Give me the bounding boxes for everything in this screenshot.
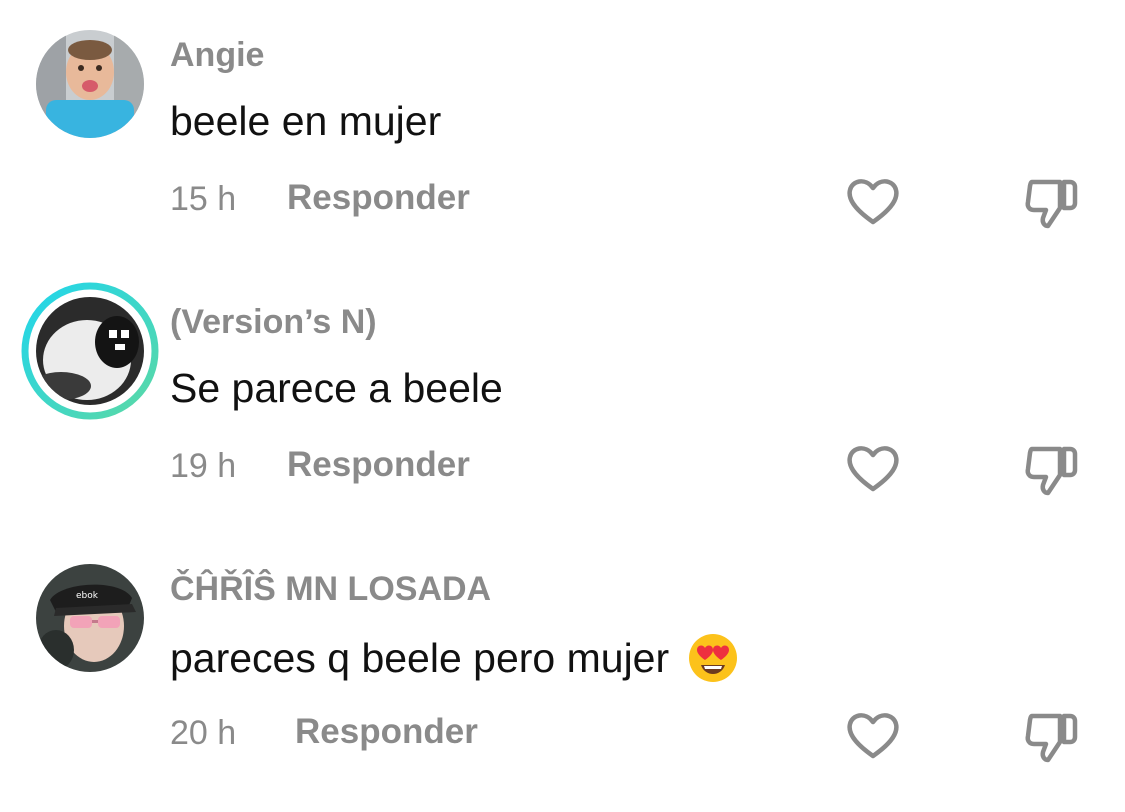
comment-text-content: Se parece a beele xyxy=(170,365,503,411)
comment-item: (Version’s N) Se parece a beele 19 h Res… xyxy=(0,267,1125,533)
comment-username[interactable]: (Version’s N) xyxy=(170,303,377,342)
comment-timestamp: 20 h xyxy=(170,714,237,752)
dislike-button[interactable] xyxy=(1022,441,1080,497)
comment-text-content: beele en mujer xyxy=(170,98,442,144)
avatar[interactable] xyxy=(36,30,144,138)
thumbs-down-icon xyxy=(1025,179,1078,229)
comment-timestamp: 19 h xyxy=(170,447,237,485)
heart-eyes-emoji-icon xyxy=(687,632,739,684)
heart-icon xyxy=(847,179,899,225)
user-avatar-cap-icon: ebok xyxy=(36,564,144,672)
comment-text-content: pareces q beele pero mujer xyxy=(170,634,670,681)
comment-text: beele en mujer xyxy=(170,98,441,145)
comment-username[interactable]: Angie xyxy=(170,36,264,75)
comment-item: Angie beele en mujer 15 h Responder xyxy=(0,0,1125,266)
svg-text:ebok: ebok xyxy=(76,591,99,601)
reply-button[interactable]: Responder xyxy=(287,178,470,218)
dislike-button[interactable] xyxy=(1022,708,1080,764)
comment-text: pareces q beele pero mujer xyxy=(170,632,739,684)
like-button[interactable] xyxy=(845,710,901,760)
comment-timestamp: 15 h xyxy=(170,180,237,218)
reply-button[interactable]: Responder xyxy=(295,712,478,752)
user-avatar-plush-icon xyxy=(21,282,159,420)
heart-icon xyxy=(847,446,899,492)
dislike-button[interactable] xyxy=(1022,174,1080,230)
heart-icon xyxy=(847,713,899,759)
comment-list: Angie beele en mujer 15 h Responder (Ver… xyxy=(0,0,1125,812)
thumbs-down-icon xyxy=(1025,446,1078,496)
reply-button[interactable]: Responder xyxy=(287,445,470,485)
comment-text: Se parece a beele xyxy=(170,365,503,412)
comment-item: ebok ČĤŘÎŜ MN LOSADA pareces q beele per… xyxy=(0,534,1125,800)
user-avatar-child-icon xyxy=(36,30,144,138)
comment-username[interactable]: ČĤŘÎŜ MN LOSADA xyxy=(170,570,491,609)
thumbs-down-icon xyxy=(1025,713,1078,763)
like-button[interactable] xyxy=(845,176,901,226)
avatar[interactable]: ebok xyxy=(36,564,144,672)
like-button[interactable] xyxy=(845,443,901,493)
avatar-with-story-ring[interactable] xyxy=(21,282,159,420)
